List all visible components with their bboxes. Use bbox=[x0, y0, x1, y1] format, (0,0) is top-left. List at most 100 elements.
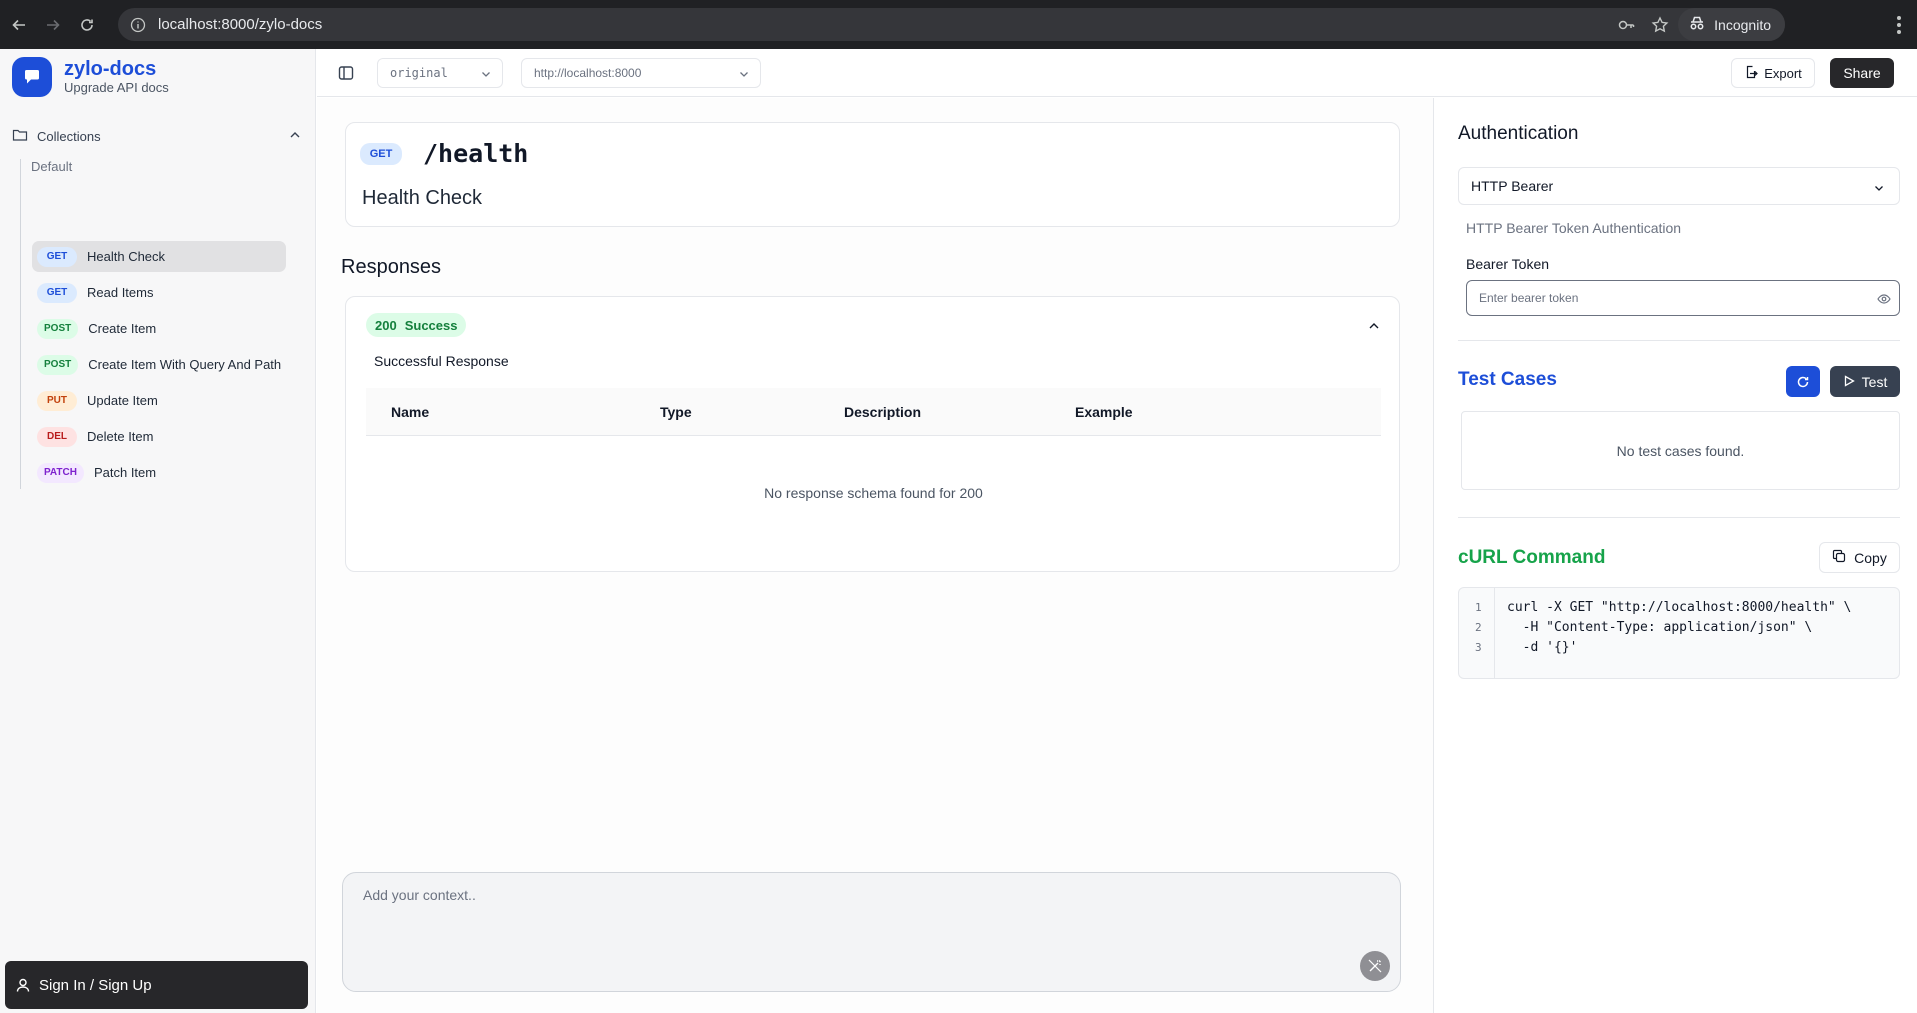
chevron-up-icon[interactable] bbox=[288, 128, 302, 145]
star-icon[interactable] bbox=[1644, 9, 1676, 41]
sidebar-item-label: Create Item bbox=[88, 321, 157, 336]
sidebar-item-label: Update Item bbox=[87, 393, 158, 408]
menu-icon[interactable] bbox=[1889, 10, 1909, 40]
incognito-profile[interactable]: Incognito bbox=[1678, 8, 1785, 41]
endpoint-title: Health Check bbox=[362, 187, 483, 209]
app-toolbar: original http://localhost:8000 Export Sh… bbox=[317, 49, 1917, 97]
sidebar-item-label: Delete Item bbox=[87, 429, 154, 444]
server-select-value: http://localhost:8000 bbox=[534, 66, 642, 80]
version-select[interactable]: original bbox=[377, 58, 503, 88]
export-button[interactable]: Export bbox=[1731, 58, 1815, 88]
sidebar-item-update-item[interactable]: PUT Update Item bbox=[32, 385, 286, 416]
empty-schema-message: No response schema found for 200 bbox=[764, 485, 983, 501]
share-button[interactable]: Share bbox=[1830, 58, 1894, 88]
endpoint-path: /health bbox=[423, 139, 529, 168]
export-label: Export bbox=[1764, 65, 1802, 81]
bearer-token-placeholder: Enter bearer token bbox=[1479, 291, 1579, 305]
right-panel: Authentication HTTP Bearer HTTP Bearer T… bbox=[1433, 98, 1917, 1013]
endpoint-header: GET /health Health Check bbox=[345, 122, 1400, 227]
method-badge: PATCH bbox=[37, 462, 84, 483]
divider bbox=[1458, 517, 1900, 518]
sidebar-item-label: Create Item With Query And Path bbox=[88, 357, 282, 372]
refresh-icon[interactable] bbox=[1786, 366, 1820, 397]
sidebar-item-delete-item[interactable]: DEL Delete Item bbox=[32, 421, 286, 452]
test-cases-empty-message: No test cases found. bbox=[1616, 442, 1745, 459]
key-icon[interactable] bbox=[1610, 9, 1642, 41]
method-badge: POST bbox=[37, 354, 79, 375]
sidebar-item-label: Health Check bbox=[87, 249, 166, 264]
auth-type-value: HTTP Bearer bbox=[1471, 178, 1554, 194]
method-badge: GET bbox=[37, 282, 77, 303]
code-line: -H "Content-Type: application/json" \ bbox=[1507, 620, 1813, 635]
collection-tree: Default GET Health Check GET Read Items … bbox=[20, 159, 290, 489]
site-info-icon[interactable] bbox=[130, 17, 146, 33]
context-input[interactable]: Add your context.. bbox=[342, 872, 1401, 992]
auth-type-select[interactable]: HTTP Bearer bbox=[1458, 167, 1900, 205]
group-label: Default bbox=[31, 159, 73, 174]
folder-icon bbox=[12, 127, 28, 146]
sidebar-item-patch-item[interactable]: PATCH Patch Item bbox=[32, 457, 286, 488]
response-panel: 200 Success Successful Response Name Typ… bbox=[345, 296, 1400, 572]
sidebar-item-create-item[interactable]: POST Create Item bbox=[32, 313, 286, 344]
chevron-up-icon[interactable] bbox=[1367, 319, 1381, 338]
server-select[interactable]: http://localhost:8000 bbox=[521, 58, 761, 88]
browser-toolbar: localhost:8000/zylo-docs Incognito bbox=[0, 0, 1917, 49]
column-description: Description bbox=[844, 404, 922, 420]
sidebar-item-label: Read Items bbox=[87, 285, 154, 300]
collections-label: Collections bbox=[37, 128, 101, 144]
test-button-label: Test bbox=[1861, 373, 1888, 390]
line-number: 1 bbox=[1475, 601, 1482, 614]
user-icon bbox=[15, 977, 31, 993]
chevron-down-icon bbox=[1873, 181, 1885, 197]
response-description: Successful Response bbox=[374, 353, 509, 369]
bearer-token-label: Bearer Token bbox=[1466, 256, 1550, 272]
curl-title: cURL Command bbox=[1458, 547, 1606, 568]
test-cases-title: Test Cases bbox=[1458, 369, 1557, 390]
bearer-token-input[interactable]: Enter bearer token bbox=[1466, 280, 1900, 316]
magic-wand-icon[interactable] bbox=[1360, 951, 1390, 981]
brand-title: zylo-docs bbox=[64, 58, 157, 80]
test-cases-list: No test cases found. bbox=[1461, 411, 1900, 490]
copy-button[interactable]: Copy bbox=[1819, 542, 1900, 573]
copy-label: Copy bbox=[1854, 549, 1887, 566]
sidebar: zylo-docs Upgrade API docs Collections D… bbox=[0, 49, 316, 1013]
copy-icon bbox=[1832, 549, 1846, 566]
sidebar-item-label: Patch Item bbox=[93, 465, 157, 480]
method-badge: DEL bbox=[37, 426, 77, 447]
address-bar[interactable]: localhost:8000/zylo-docs Incognito bbox=[118, 8, 1785, 41]
auth-description: HTTP Bearer Token Authentication bbox=[1466, 220, 1682, 236]
line-number: 3 bbox=[1475, 641, 1482, 654]
url-text[interactable]: localhost:8000/zylo-docs bbox=[158, 16, 322, 33]
status-code: 200 bbox=[375, 317, 397, 333]
eye-icon[interactable] bbox=[1877, 292, 1891, 309]
status-text: Success bbox=[404, 317, 458, 333]
back-arrow-icon[interactable] bbox=[4, 10, 34, 40]
method-badge: GET bbox=[360, 143, 402, 165]
sign-in-label: Sign In / Sign Up bbox=[39, 976, 152, 994]
code-line: curl -X GET "http://localhost:8000/healt… bbox=[1507, 600, 1852, 615]
method-badge: GET bbox=[37, 246, 77, 267]
sidebar-item-create-item-with-query-and-path[interactable]: POST Create Item With Query And Path bbox=[32, 349, 286, 380]
column-name: Name bbox=[391, 404, 430, 420]
sidebar-item-health-check[interactable]: GET Health Check bbox=[32, 241, 286, 272]
method-badge: POST bbox=[37, 318, 79, 339]
incognito-label: Incognito bbox=[1714, 16, 1771, 33]
reload-icon[interactable] bbox=[72, 10, 102, 40]
collections-header[interactable]: Collections bbox=[12, 126, 302, 146]
context-placeholder: Add your context.. bbox=[363, 887, 476, 903]
column-example: Example bbox=[1075, 404, 1133, 420]
sidebar-item-read-items[interactable]: GET Read Items bbox=[32, 277, 286, 308]
column-type: Type bbox=[660, 404, 692, 420]
export-icon bbox=[1744, 65, 1759, 82]
chevron-down-icon bbox=[480, 68, 492, 83]
test-button[interactable]: Test bbox=[1830, 366, 1900, 397]
brand[interactable]: zylo-docs Upgrade API docs bbox=[12, 57, 169, 97]
chevron-down-icon bbox=[738, 68, 750, 83]
brand-subtitle: Upgrade API docs bbox=[64, 80, 169, 95]
curl-code-block[interactable]: 1 2 3 curl -X GET "http://localhost:8000… bbox=[1458, 587, 1900, 679]
sign-in-button[interactable]: Sign In / Sign Up bbox=[5, 961, 308, 1009]
forward-arrow-icon[interactable] bbox=[38, 10, 68, 40]
divider bbox=[1458, 340, 1900, 341]
version-select-value: original bbox=[390, 66, 448, 80]
sidebar-toggle-icon[interactable] bbox=[337, 64, 355, 82]
